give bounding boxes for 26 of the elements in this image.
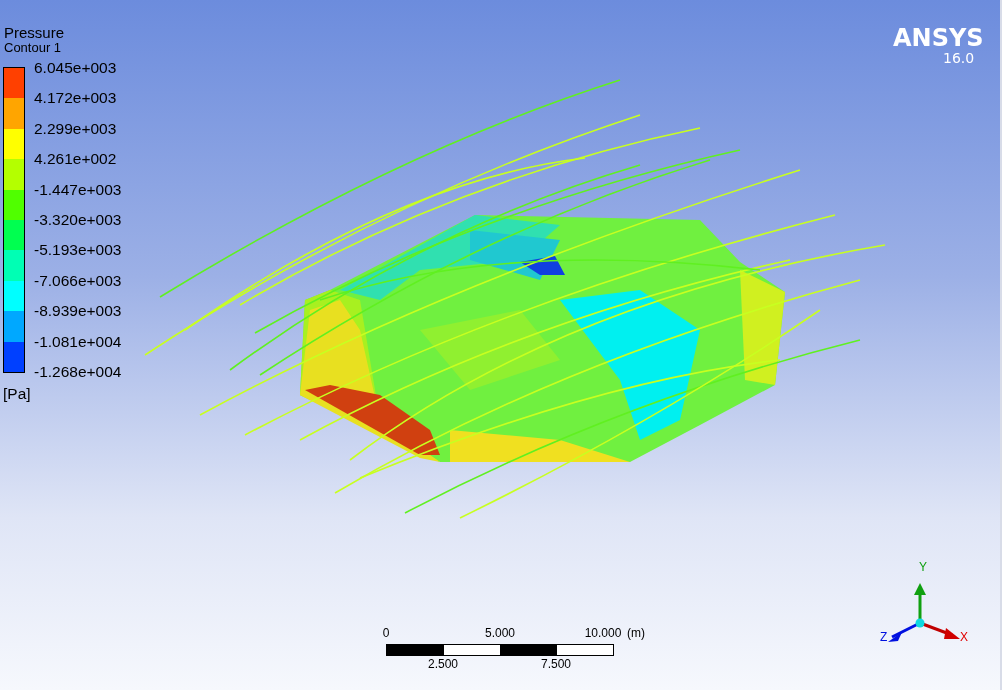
axis-label: X xyxy=(960,630,968,644)
axis-label: Y xyxy=(919,560,927,574)
logo-text: ANSYS xyxy=(893,24,984,52)
legend-value: 6.045e+003 xyxy=(34,59,117,77)
scale-label: 10.000 xyxy=(584,626,622,640)
legend-value: -1.081e+004 xyxy=(34,332,122,351)
legend-value: 2.299e+003 xyxy=(34,119,117,138)
legend-title: Pressure xyxy=(4,24,65,41)
scale-label: 5.000 xyxy=(485,626,515,640)
legend-value: -5.193e+003 xyxy=(34,241,122,260)
scale-unit: (m) xyxy=(627,626,645,640)
legend-value: -1.268e+004 xyxy=(34,363,122,381)
scale-label: 7.500 xyxy=(541,657,571,671)
axis-triad-icon xyxy=(888,583,960,642)
legend-value: -7.066e+003 xyxy=(34,271,122,290)
legend-value: -3.320e+003 xyxy=(34,211,122,229)
legend-value: 4.261e+002 xyxy=(34,150,117,169)
legend-unit: [Pa] xyxy=(3,385,31,403)
scale-label: 2.500 xyxy=(428,657,458,671)
scale-label: 0 xyxy=(382,626,390,640)
legend-subtitle: Contour 1 xyxy=(4,40,62,55)
axis-label: Z xyxy=(880,630,888,644)
legend-value: 4.172e+003 xyxy=(34,89,117,108)
legend-value: -1.447e+003 xyxy=(34,180,122,199)
legend-value: -8.939e+003 xyxy=(34,302,122,321)
version-text: 16.0 xyxy=(943,50,975,66)
